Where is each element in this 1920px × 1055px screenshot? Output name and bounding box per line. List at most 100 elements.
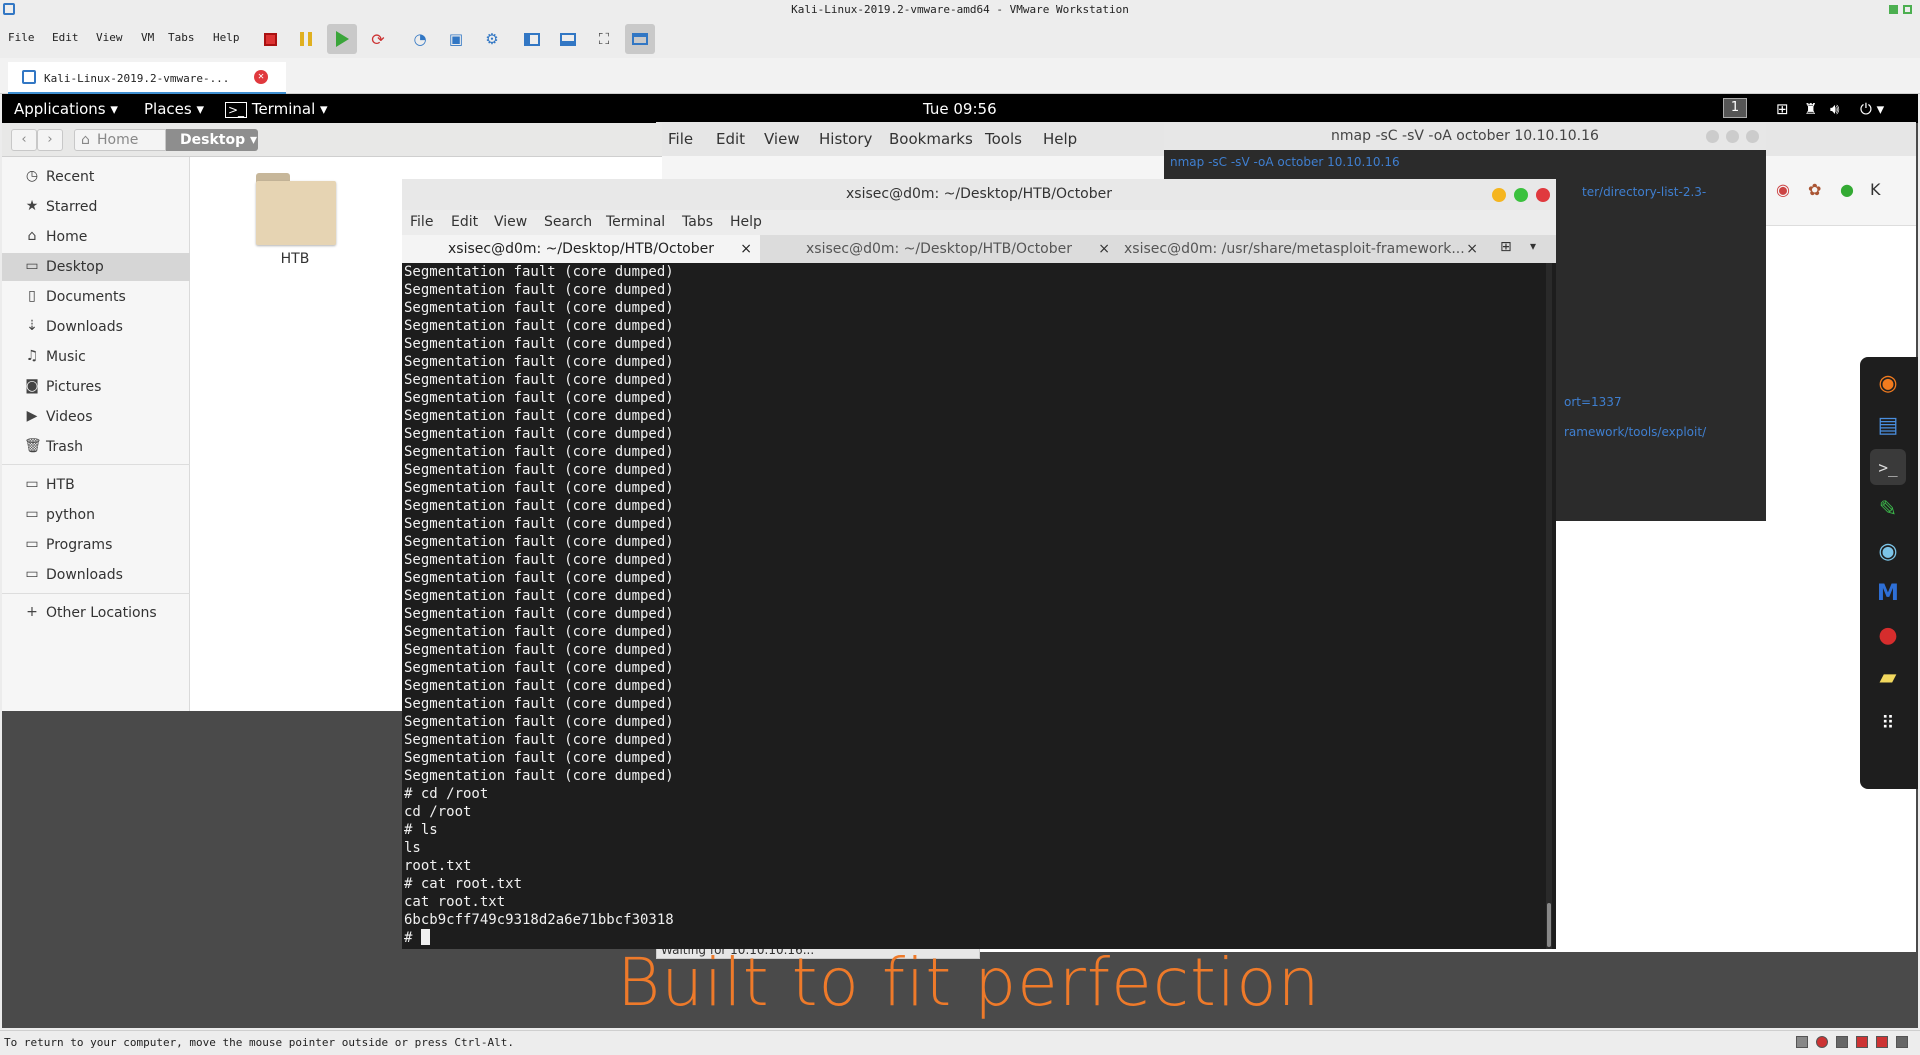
device-usb-icon[interactable] bbox=[1856, 1036, 1868, 1048]
sidebar-bookmark-downloads[interactable]: ▭ Downloads bbox=[2, 561, 190, 589]
sidebar-item-downloads[interactable]: ⇣ Downloads bbox=[2, 313, 190, 341]
term-menu-file[interactable]: File bbox=[410, 214, 433, 230]
eye-icon[interactable]: ◉ bbox=[1870, 533, 1906, 569]
sidebar-item-videos[interactable]: ▶ Videos bbox=[2, 403, 190, 431]
thumbnail-button[interactable] bbox=[553, 24, 583, 54]
terminal-icon[interactable]: >_ bbox=[1870, 449, 1906, 485]
menu-file[interactable]: File bbox=[8, 31, 35, 44]
menu-edit[interactable]: Edit bbox=[52, 31, 79, 44]
terminal-output[interactable]: Segmentation fault (core dumped) Segmenta… bbox=[402, 263, 1542, 949]
metasploit-icon[interactable]: ✎ bbox=[1870, 491, 1906, 527]
vm-tab[interactable]: Kali-Linux-2019.2-vmware-... ✕ bbox=[8, 62, 286, 94]
tab-list-dropdown-icon[interactable]: ▾ bbox=[1530, 239, 1536, 253]
minimize-button[interactable] bbox=[1492, 188, 1506, 202]
menu-view[interactable]: View bbox=[96, 31, 123, 44]
extension-icon[interactable]: ● bbox=[1840, 180, 1854, 199]
menu-vm[interactable]: VM bbox=[141, 31, 154, 44]
close-tab-icon[interactable]: ✕ bbox=[254, 70, 268, 84]
sidebar-item-pictures[interactable]: ◙ Pictures bbox=[2, 373, 190, 401]
device-hdd-icon[interactable] bbox=[1796, 1036, 1808, 1048]
close-tab-icon[interactable]: × bbox=[1098, 235, 1110, 263]
terminal-app-menu[interactable]: >_ Terminal ▾ bbox=[225, 100, 328, 118]
ff-menu-tools[interactable]: Tools bbox=[985, 130, 1022, 148]
back-button[interactable]: ‹ bbox=[11, 129, 37, 151]
notes-icon[interactable]: ▰ bbox=[1870, 659, 1906, 695]
menu-help[interactable]: Help bbox=[213, 31, 240, 44]
vpn-icon[interactable]: ♜ bbox=[1804, 100, 1817, 118]
file-manager-icon[interactable]: ▤ bbox=[1870, 407, 1906, 443]
power-on-button[interactable] bbox=[327, 24, 357, 54]
sidebar-item-trash[interactable]: 🗑︎ Trash bbox=[2, 433, 190, 461]
window-control-dot[interactable] bbox=[1746, 130, 1759, 143]
suspend-button[interactable] bbox=[291, 24, 321, 54]
sidebar-item-music[interactable]: ♫ Music bbox=[2, 343, 190, 371]
extension-icon[interactable]: ✿ bbox=[1808, 180, 1821, 199]
network-icon[interactable]: ⊞ bbox=[1776, 100, 1789, 118]
close-tab-icon[interactable]: × bbox=[740, 235, 752, 263]
scrollbar-thumb[interactable] bbox=[1547, 903, 1551, 947]
device-cdrom-icon[interactable] bbox=[1816, 1036, 1828, 1048]
terminal-window[interactable]: xsisec@d0m: ~/Desktop/HTB/October File E… bbox=[402, 179, 1556, 949]
term-menu-help[interactable]: Help bbox=[730, 214, 762, 230]
show-applications-icon[interactable]: ⠿ bbox=[1870, 705, 1906, 741]
ff-menu-edit[interactable]: Edit bbox=[716, 130, 745, 148]
ff-menu-help[interactable]: Help bbox=[1043, 130, 1077, 148]
firefox-icon[interactable]: ◉ bbox=[1870, 365, 1906, 401]
clock[interactable]: Tue 09:56 bbox=[923, 100, 997, 118]
ff-menu-file[interactable]: File bbox=[668, 130, 693, 148]
maximize-icon[interactable] bbox=[1903, 5, 1912, 14]
unity-button[interactable] bbox=[625, 24, 655, 54]
window-control-dot[interactable] bbox=[1706, 130, 1719, 143]
minimize-icon[interactable] bbox=[1889, 5, 1898, 14]
path-desktop-button[interactable]: Desktop ▾ bbox=[166, 129, 258, 151]
window-control-dot[interactable] bbox=[1726, 130, 1739, 143]
terminal-tab-2[interactable]: xsisec@d0m: ~/Desktop/HTB/October × bbox=[760, 235, 1118, 263]
guest-desktop[interactable]: Applications ▾ Places ▾ >_ Terminal ▾ Tu… bbox=[2, 94, 1918, 1028]
term-menu-view[interactable]: View bbox=[494, 214, 527, 230]
snapshot-button[interactable]: ◔ bbox=[405, 24, 435, 54]
maltego-icon[interactable]: M bbox=[1870, 575, 1906, 611]
volume-icon[interactable]: 🔊︎ bbox=[1830, 100, 1839, 118]
power-icon[interactable]: ⏻ ▾ bbox=[1860, 100, 1884, 118]
library-button[interactable] bbox=[517, 24, 547, 54]
path-home-button[interactable]: ⌂ Home bbox=[74, 129, 166, 151]
close-tab-icon[interactable]: × bbox=[1466, 235, 1478, 263]
sidebar-item-documents[interactable]: ▯ Documents bbox=[2, 283, 190, 311]
ff-menu-history[interactable]: History bbox=[819, 130, 872, 148]
ff-menu-bookmarks[interactable]: Bookmarks bbox=[889, 130, 973, 148]
menu-tabs[interactable]: Tabs bbox=[168, 31, 195, 44]
workspace-indicator[interactable]: 1 bbox=[1723, 98, 1747, 118]
device-sound-icon[interactable] bbox=[1876, 1036, 1888, 1048]
term-menu-tabs[interactable]: Tabs bbox=[682, 214, 713, 230]
terminal-tab-1[interactable]: xsisec@d0m: ~/Desktop/HTB/October × bbox=[402, 235, 760, 263]
fullscreen-button[interactable]: ⛶ bbox=[589, 24, 619, 54]
close-button[interactable] bbox=[1536, 188, 1550, 202]
snapshot-manager-button[interactable]: ⚙ bbox=[477, 24, 507, 54]
term-menu-terminal[interactable]: Terminal bbox=[606, 214, 665, 230]
sidebar-item-home[interactable]: ⌂ Home bbox=[2, 223, 190, 251]
sidebar-bookmark-htb[interactable]: ▭ HTB bbox=[2, 471, 190, 499]
forward-button[interactable]: › bbox=[37, 129, 63, 151]
sidebar-item-starred[interactable]: ★ Starred bbox=[2, 193, 190, 221]
term-menu-search[interactable]: Search bbox=[544, 214, 592, 230]
reset-button[interactable]: ⟳ bbox=[363, 24, 393, 54]
ff-menu-view[interactable]: View bbox=[764, 130, 800, 148]
applications-menu[interactable]: Applications ▾ bbox=[14, 100, 118, 118]
term-menu-edit[interactable]: Edit bbox=[451, 214, 478, 230]
extension-icon[interactable]: K bbox=[1870, 180, 1881, 199]
device-display-icon[interactable] bbox=[1896, 1036, 1908, 1048]
terminal-scrollbar[interactable] bbox=[1546, 263, 1552, 949]
sidebar-other-locations[interactable]: + Other Locations bbox=[2, 599, 190, 627]
folder-item-htb[interactable]: HTB bbox=[250, 173, 340, 273]
places-menu[interactable]: Places ▾ bbox=[144, 100, 204, 118]
sidebar-item-desktop[interactable]: ▭ Desktop bbox=[2, 253, 190, 281]
sidebar-item-recent[interactable]: ◷ Recent bbox=[2, 163, 190, 191]
device-network-icon[interactable] bbox=[1836, 1036, 1848, 1048]
extension-icon[interactable]: ◉ bbox=[1776, 180, 1790, 199]
new-tab-icon[interactable]: ⊞ bbox=[1500, 239, 1512, 255]
revert-snapshot-button[interactable]: ▣ bbox=[441, 24, 471, 54]
sidebar-bookmark-python[interactable]: ▭ python bbox=[2, 501, 190, 529]
maximize-button[interactable] bbox=[1514, 188, 1528, 202]
power-off-button[interactable] bbox=[255, 24, 285, 54]
cherrytree-icon[interactable]: ● bbox=[1870, 617, 1906, 653]
